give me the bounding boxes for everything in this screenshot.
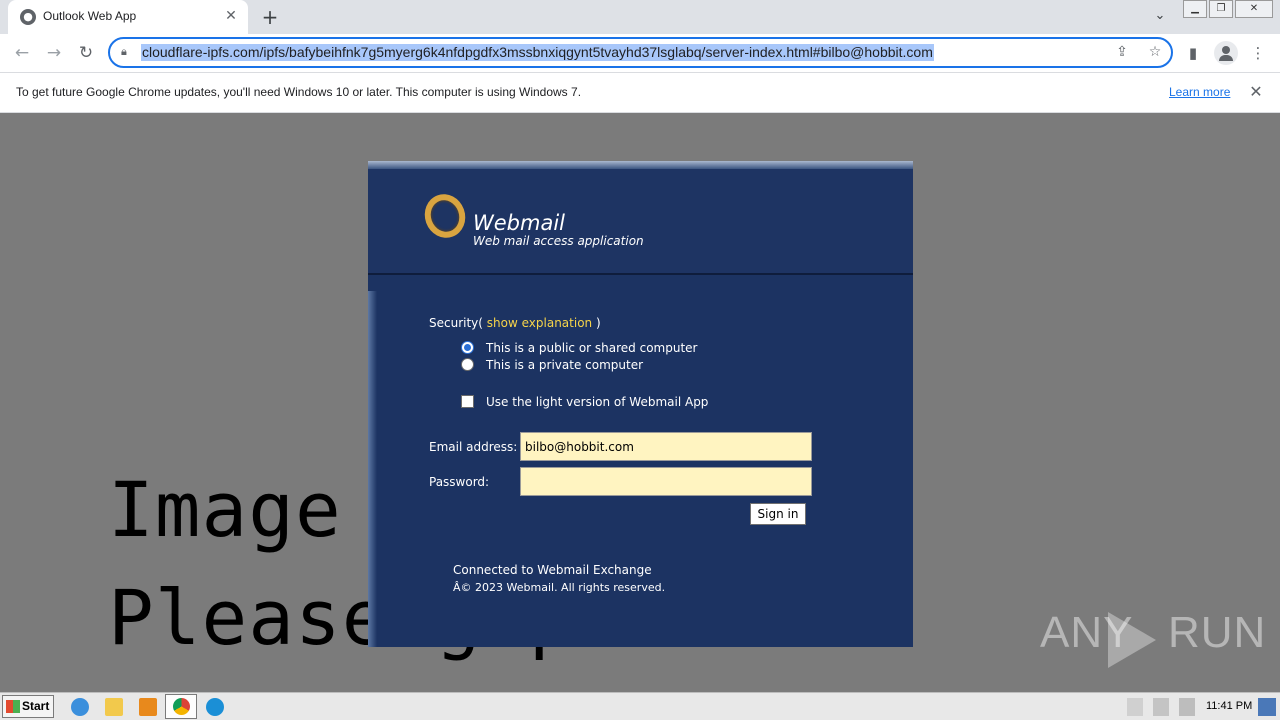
file-explorer-icon[interactable]: [105, 698, 123, 716]
close-window-button[interactable]: ✕: [1235, 0, 1273, 18]
back-arrow-icon[interactable]: ←: [11, 42, 33, 64]
app-title: Webmail: [473, 211, 566, 235]
app-subtitle: Web mail access application: [473, 234, 644, 248]
show-desktop-icon[interactable]: [1258, 698, 1276, 716]
private-computer-radio[interactable]: [461, 358, 474, 371]
taskbar-clock[interactable]: 11:41 PM: [1206, 700, 1252, 712]
restore-button[interactable]: ❐: [1209, 0, 1233, 18]
password-field[interactable]: [520, 467, 812, 496]
update-infobar: To get future Google Chrome updates, you…: [0, 72, 1280, 113]
infobar-close-icon[interactable]: ✕: [1247, 82, 1265, 101]
show-hidden-icons-icon[interactable]: [1127, 698, 1143, 716]
email-label: Email address:: [429, 440, 518, 454]
start-label: Start: [22, 699, 50, 713]
forward-arrow-icon[interactable]: →: [43, 42, 65, 64]
show-explanation-link[interactable]: show explanation: [487, 316, 592, 330]
light-version-label: Use the light version of Webmail App: [486, 395, 709, 409]
profile-avatar-icon[interactable]: [1214, 41, 1238, 65]
email-field[interactable]: bilbo@hobbit.com: [520, 432, 812, 461]
close-tab-icon[interactable]: ✕: [222, 7, 240, 25]
address-bar[interactable]: 🔒︎ cloudflare-ipfs.com/ipfs/bafybeihfnk7…: [108, 37, 1173, 68]
chrome-taskbar-button[interactable]: [165, 694, 197, 719]
learn-more-link[interactable]: Learn more: [1169, 85, 1230, 99]
media-player-icon[interactable]: [139, 698, 157, 716]
internet-explorer-icon[interactable]: [71, 698, 89, 716]
url-text[interactable]: cloudflare-ipfs.com/ipfs/bafybeihfnk7g5m…: [141, 44, 934, 61]
infobar-message: To get future Google Chrome updates, you…: [16, 85, 582, 99]
anyrun-play-icon: [1108, 612, 1156, 668]
security-label: Security(: [429, 316, 483, 330]
windows-logo-icon: [6, 700, 20, 713]
globe-icon: ●: [20, 9, 36, 25]
action-center-flag-icon[interactable]: [1179, 698, 1195, 716]
network-icon[interactable]: [1153, 698, 1169, 716]
menu-kebab-icon[interactable]: ⋮: [1248, 43, 1268, 63]
tab-strip: ● Outlook Web App ✕ + ⌄ ▁ ❐ ✕: [0, 0, 1280, 34]
dialog-left-stripe: [368, 291, 377, 647]
new-tab-button[interactable]: +: [258, 5, 282, 29]
tab-search-chevron-icon[interactable]: ⌄: [1150, 8, 1170, 28]
dialog-top-bar: [368, 161, 913, 169]
private-computer-label: This is a private computer: [486, 358, 644, 372]
browser-toolbar: ← → ↻ 🔒︎ cloudflare-ipfs.com/ipfs/bafybe…: [0, 34, 1280, 72]
reload-icon[interactable]: ↻: [75, 42, 97, 64]
lock-icon[interactable]: 🔒︎: [121, 45, 135, 60]
sign-in-button[interactable]: Sign in: [750, 503, 806, 525]
public-computer-radio[interactable]: [461, 341, 474, 354]
gold-ring-logo-icon: [418, 188, 472, 244]
bookmark-star-icon[interactable]: ☆: [1146, 44, 1164, 62]
webmail-login-dialog: Webmail Web mail access application Secu…: [368, 161, 913, 647]
chrome-icon: [173, 698, 190, 715]
connected-text: Connected to Webmail Exchange: [453, 563, 652, 577]
security-row: Security( show explanation ): [429, 316, 601, 330]
edge-icon[interactable]: [206, 698, 224, 716]
side-panel-icon[interactable]: ▮: [1183, 43, 1203, 63]
windows-taskbar: Start 11:41 PM: [0, 692, 1280, 720]
share-icon[interactable]: ⇪: [1113, 44, 1131, 62]
anyrun-watermark-right: RUN: [1168, 608, 1267, 657]
password-label: Password:: [429, 475, 490, 489]
dialog-header: Webmail Web mail access application: [368, 169, 913, 275]
start-button[interactable]: Start: [2, 695, 54, 718]
public-computer-label: This is a public or shared computer: [486, 341, 698, 355]
copyright-text: Â© 2023 Webmail. All rights reserved.: [453, 581, 666, 594]
minimize-button[interactable]: ▁: [1183, 0, 1207, 18]
browser-tab[interactable]: ● Outlook Web App ✕: [8, 0, 248, 34]
light-version-checkbox[interactable]: [461, 395, 474, 408]
security-close-paren: ): [595, 316, 601, 330]
tab-title: Outlook Web App: [43, 9, 137, 23]
